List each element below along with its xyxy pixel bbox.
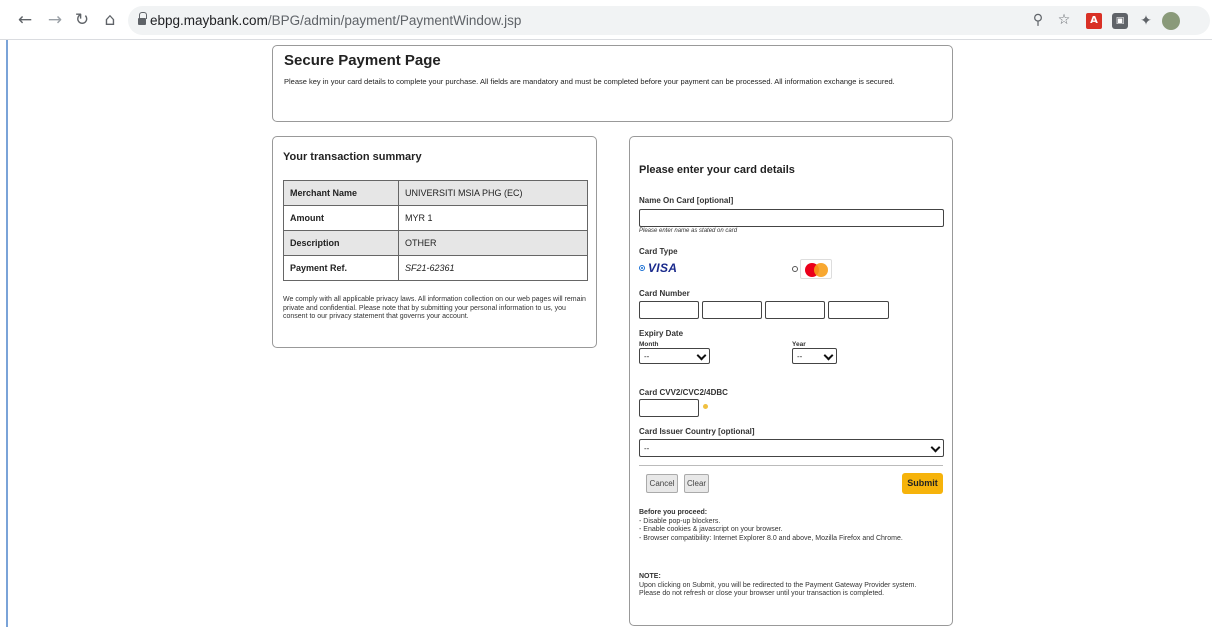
redirect-note: NOTE: Upon clicking on Submit, you will … <box>639 573 939 599</box>
submit-button[interactable]: Submit <box>902 473 943 494</box>
payment-ref-label: Payment Ref. <box>283 255 399 281</box>
payment-ref-value: SF21-62361 <box>398 255 588 281</box>
summary-table: Merchant Name UNIVERSITI MSIA PHG (EC) A… <box>283 180 588 281</box>
year-label: Year <box>792 341 806 348</box>
page-left-border <box>6 40 8 627</box>
zoom-icon[interactable]: ⚲ <box>1030 12 1046 28</box>
cvv-help-icon[interactable] <box>703 404 708 409</box>
chevron-down-icon <box>930 442 941 453</box>
chevron-down-icon <box>823 350 834 361</box>
issuer-country-value: -- <box>644 444 650 453</box>
url-path: /BPG/admin/payment/PaymentWindow.jsp <box>267 13 522 28</box>
forward-arrow-icon[interactable]: → <box>46 11 64 29</box>
card-number-input-1[interactable] <box>639 301 699 319</box>
card-details-title: Please enter your card details <box>639 164 795 176</box>
cvv-input[interactable] <box>639 399 699 417</box>
privacy-statement: We comply with all applicable privacy la… <box>283 296 586 320</box>
list-item: - Browser compatibility: Internet Explor… <box>639 534 903 542</box>
form-divider <box>639 465 943 466</box>
reload-icon[interactable]: ↻ <box>73 11 91 29</box>
merchant-name-value: UNIVERSITI MSIA PHG (EC) <box>398 180 588 206</box>
secure-payment-panel: Secure Payment Page Please key in your c… <box>272 45 953 122</box>
pdf-extension-icon[interactable]: A <box>1086 13 1102 29</box>
month-label: Month <box>639 341 659 348</box>
amount-value: MYR 1 <box>398 205 588 231</box>
card-number-input-3[interactable] <box>765 301 825 319</box>
page-description: Please key in your card details to compl… <box>284 77 895 86</box>
table-row: Amount MYR 1 <box>283 205 588 231</box>
issuer-country-label: Card Issuer Country [optional] <box>639 427 755 436</box>
cvv-label: Card CVV2/CVC2/4DBC <box>639 388 728 397</box>
list-item: - Disable pop-up blockers. <box>639 517 721 525</box>
url-domain: ebpg.maybank.com <box>150 13 268 28</box>
back-arrow-icon[interactable]: ← <box>16 11 34 29</box>
name-on-card-input[interactable] <box>639 209 944 227</box>
name-on-card-hint: Please enter name as stated on card <box>639 228 738 234</box>
card-type-label: Card Type <box>639 247 678 256</box>
expiry-date-label: Expiry Date <box>639 329 684 338</box>
table-row: Description OTHER <box>283 230 588 256</box>
clear-button[interactable]: Clear <box>684 474 709 493</box>
description-value: OTHER <box>398 230 588 256</box>
month-select[interactable]: -- <box>639 348 710 364</box>
transaction-summary-panel: Your transaction summary Merchant Name U… <box>272 136 597 348</box>
browser-toolbar: ← → ↻ ⌂ ebpg.maybank.com/BPG/admin/payme… <box>0 0 1212 40</box>
cancel-button[interactable]: Cancel <box>646 474 678 493</box>
table-row: Payment Ref. SF21-62361 <box>283 255 588 281</box>
chevron-down-icon <box>696 350 707 361</box>
merchant-name-label: Merchant Name <box>283 180 399 206</box>
bookmark-star-icon[interactable]: ☆ <box>1056 12 1072 28</box>
issuer-country-select[interactable]: -- <box>639 439 944 457</box>
lock-icon <box>138 12 147 25</box>
year-select-value: -- <box>797 352 803 361</box>
mastercard-radio[interactable] <box>792 266 798 272</box>
name-on-card-label: Name On Card [optional] <box>639 196 734 205</box>
page-title: Secure Payment Page <box>284 52 441 69</box>
card-details-panel: Please enter your card details Name On C… <box>629 136 953 626</box>
note-title: NOTE: <box>639 573 661 580</box>
year-select[interactable]: -- <box>792 348 837 364</box>
home-icon[interactable]: ⌂ <box>101 11 119 29</box>
table-row: Merchant Name UNIVERSITI MSIA PHG (EC) <box>283 180 588 206</box>
visa-radio[interactable] <box>639 265 645 271</box>
mastercard-logo-icon <box>800 259 832 279</box>
description-label: Description <box>283 230 399 256</box>
proceed-title: Before you proceed: <box>639 509 708 516</box>
puzzle-extensions-icon[interactable]: ✦ <box>1138 13 1154 29</box>
profile-avatar[interactable] <box>1162 12 1180 30</box>
extension-icon[interactable]: ▣ <box>1112 13 1128 29</box>
month-select-value: -- <box>644 352 650 361</box>
list-item: - Enable cookies & javascript on your br… <box>639 526 783 533</box>
card-number-input-4[interactable] <box>828 301 889 319</box>
summary-title: Your transaction summary <box>283 151 422 163</box>
card-number-input-2[interactable] <box>702 301 762 319</box>
card-number-label: Card Number <box>639 289 690 298</box>
address-bar[interactable]: ebpg.maybank.com/BPG/admin/payment/Payme… <box>128 6 1210 35</box>
before-you-proceed: Before you proceed: - Disable pop-up blo… <box>639 509 939 543</box>
visa-logo-icon: VISA <box>648 261 678 275</box>
url-text[interactable]: ebpg.maybank.com/BPG/admin/payment/Payme… <box>150 13 521 28</box>
note-text: Upon clicking on Submit, you will be red… <box>639 581 917 598</box>
amount-label: Amount <box>283 205 399 231</box>
